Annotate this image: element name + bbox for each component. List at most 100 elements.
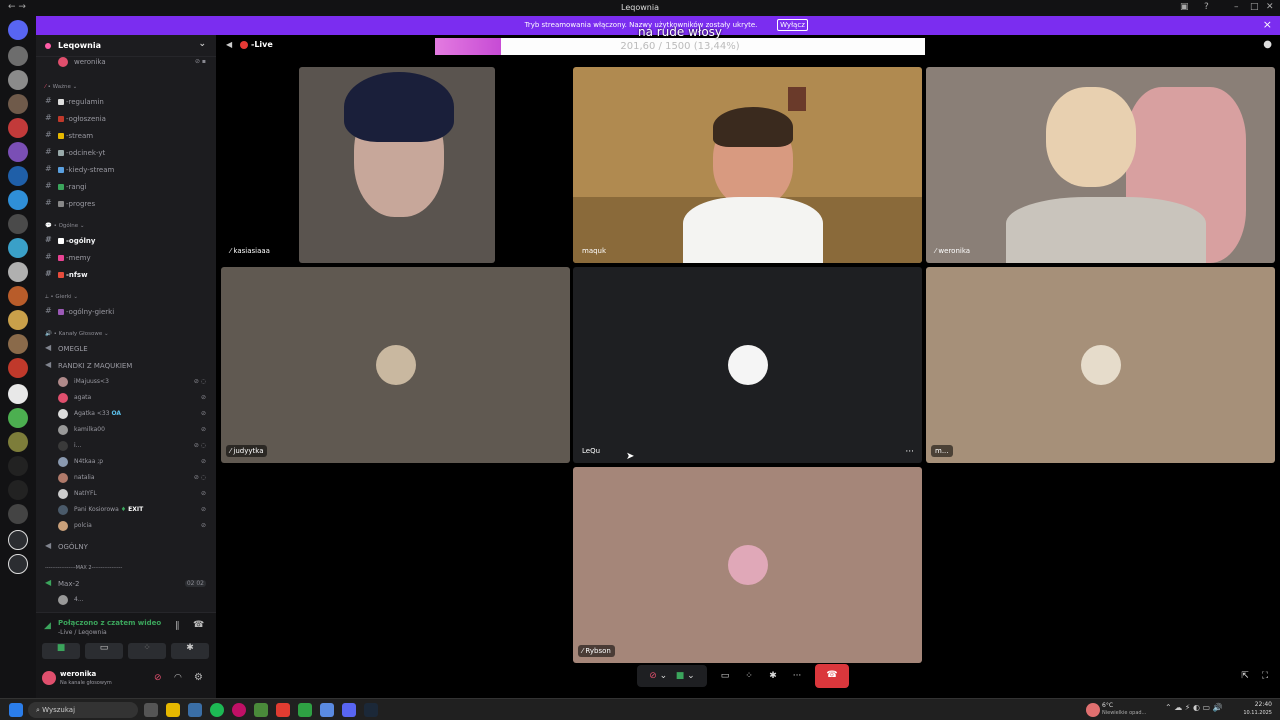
- connection-location[interactable]: -Live / Leqownia: [58, 629, 107, 636]
- soundboard-icon[interactable]: ✱: [764, 665, 782, 687]
- voice-user[interactable]: iMajuuss<3 ⊘ ◌: [36, 375, 216, 389]
- weather-temp[interactable]: 6°C: [1102, 702, 1113, 709]
- voice-user[interactable]: N4tkaa ;p ⊘: [36, 455, 216, 469]
- server-icon[interactable]: [8, 480, 28, 500]
- voice-user[interactable]: 4...: [36, 593, 216, 607]
- voice-channel-omegle[interactable]: ◀ OMEGLE: [36, 342, 216, 356]
- voice-user[interactable]: Pani Kosiorowa ♦ EXIT ⊘: [36, 503, 216, 517]
- mic-muted-icon[interactable]: ⊘: [649, 671, 657, 681]
- category-ogolne[interactable]: 💬 • Ogólne ⌄: [36, 220, 216, 234]
- video-tile-weronika[interactable]: ⁄ weronika: [926, 67, 1275, 263]
- server-icon[interactable]: [8, 214, 28, 234]
- chevron-down-icon[interactable]: ⌄: [198, 39, 206, 49]
- voice-channel-max2[interactable]: ◀ Max-2 02 02: [36, 577, 216, 591]
- minimize-icon[interactable]: –: [1234, 2, 1239, 12]
- video-tile-rybson[interactable]: ⁄ Rybson: [573, 467, 922, 663]
- server-icon[interactable]: [8, 142, 28, 162]
- taskbar-search[interactable]: ⌕ Wyszukaj: [28, 702, 138, 718]
- help-icon[interactable]: ?: [1204, 2, 1209, 12]
- server-icon[interactable]: [8, 384, 28, 404]
- server-icon[interactable]: [8, 94, 28, 114]
- server-icon[interactable]: [8, 310, 28, 330]
- voice-user[interactable]: natalia ⊘ ◌: [36, 471, 216, 485]
- server-icon[interactable]: [8, 358, 28, 378]
- mic-muted-icon[interactable]: ⊘: [154, 673, 162, 683]
- channel-regulamin[interactable]: # -regulamin: [36, 95, 216, 109]
- voice-user[interactable]: NatIYFL ⊘: [36, 487, 216, 501]
- server-icon[interactable]: [8, 190, 28, 210]
- opera-icon[interactable]: [232, 703, 246, 717]
- steam-icon[interactable]: [364, 703, 378, 717]
- discord-icon[interactable]: [342, 703, 356, 717]
- voice-channel-ogolny[interactable]: ◀ OGÓLNY: [36, 540, 216, 554]
- app-icon[interactable]: [298, 703, 312, 717]
- server-icon[interactable]: [8, 118, 28, 138]
- channel-kiedy-stream[interactable]: # -kiedy-stream: [36, 163, 216, 177]
- popout-icon[interactable]: ⇱: [1236, 665, 1254, 687]
- video-tile-lequ[interactable]: LeQu ···: [573, 267, 922, 463]
- voice-user[interactable]: Agatka <33 OA ⊘: [36, 407, 216, 421]
- voice-user-top[interactable]: weronika ⊘ ▪: [36, 55, 216, 69]
- category-wazne[interactable]: ⁄ • Ważne ⌄: [36, 81, 216, 95]
- camera-icon[interactable]: ■: [676, 671, 685, 681]
- server-header[interactable]: Leqownia ⌄: [36, 35, 216, 57]
- category-kanaly-glosowe[interactable]: 🔊 • Kanały Głosowe ⌄: [36, 328, 216, 342]
- channel-rangi[interactable]: # -rangi: [36, 180, 216, 194]
- video-tile-m[interactable]: m...: [926, 267, 1275, 463]
- server-icon[interactable]: [8, 166, 28, 186]
- server-icon[interactable]: [8, 70, 28, 90]
- channel-stream[interactable]: # -stream: [36, 129, 216, 143]
- soundboard-button[interactable]: ✱: [171, 643, 209, 659]
- weather-desc[interactable]: Niewielkie opad...: [1102, 710, 1146, 716]
- headphones-icon[interactable]: ◠: [174, 673, 182, 683]
- server-icon[interactable]: [8, 46, 28, 66]
- spotify-icon[interactable]: [210, 703, 224, 717]
- fullscreen-icon[interactable]: ⛶: [1256, 665, 1274, 687]
- clock-time[interactable]: 22:40: [1244, 701, 1272, 708]
- discover-icon[interactable]: [8, 554, 28, 574]
- server-icon[interactable]: [8, 286, 28, 306]
- more-options-icon[interactable]: ···: [788, 665, 806, 687]
- screen-share-button[interactable]: ▭: [85, 643, 123, 659]
- inbox-icon[interactable]: ▣: [1180, 2, 1189, 12]
- tray-icons[interactable]: ⌃ ☁ ⚡ ◐ ▭ 🔊: [1165, 703, 1223, 712]
- channel-odcinek-yt[interactable]: # -odcinek-yt: [36, 146, 216, 160]
- disconnect-icon[interactable]: ☎: [193, 620, 204, 630]
- channel-ogolny-gierki[interactable]: # -ogólny-gierki: [36, 305, 216, 319]
- task-view-icon[interactable]: [144, 703, 158, 717]
- app-icon[interactable]: [320, 703, 334, 717]
- server-icon[interactable]: [8, 432, 28, 452]
- channel-ogolny[interactable]: # -ogólny: [36, 234, 216, 248]
- video-tile-kasiasiaaa[interactable]: [299, 67, 495, 263]
- server-icon[interactable]: [8, 504, 28, 524]
- server-icon[interactable]: [8, 262, 28, 282]
- app-icon[interactable]: [254, 703, 268, 717]
- channel-progres[interactable]: # -progres: [36, 197, 216, 211]
- camera-button[interactable]: ■: [42, 643, 80, 659]
- video-tile-judyytka[interactable]: ⁄ judyytka: [221, 267, 570, 463]
- voice-user[interactable]: kamilka00 ⊘: [36, 423, 216, 437]
- brave-icon[interactable]: [276, 703, 290, 717]
- hang-up-button[interactable]: ☎: [815, 664, 849, 688]
- voice-user[interactable]: agata ⊘: [36, 391, 216, 405]
- voice-user[interactable]: i... ⊘ ◌: [36, 439, 216, 453]
- server-icon[interactable]: [8, 408, 28, 428]
- chat-icon[interactable]: ●: [1263, 39, 1272, 50]
- video-tile-maquk[interactable]: maquk: [573, 67, 922, 263]
- category-gierki[interactable]: ⟂ • Gierki ⌄: [36, 291, 216, 305]
- channel-ogloszenia[interactable]: # -ogłoszenia: [36, 112, 216, 126]
- channel-memy[interactable]: # -memy: [36, 251, 216, 265]
- activities-button[interactable]: ⁘: [128, 643, 166, 659]
- store-icon[interactable]: [188, 703, 202, 717]
- server-icon[interactable]: [8, 238, 28, 258]
- add-server-icon[interactable]: [8, 530, 28, 550]
- settings-gear-icon[interactable]: ⚙: [194, 672, 203, 683]
- more-options-icon[interactable]: ···: [905, 447, 914, 457]
- clock-date[interactable]: 10.11.2025: [1236, 710, 1272, 716]
- discord-home-icon[interactable]: [8, 20, 28, 40]
- file-explorer-icon[interactable]: [166, 703, 180, 717]
- close-window-icon[interactable]: ✕: [1266, 2, 1274, 12]
- voice-channel-randki[interactable]: ◀ RANDKI Z MAQUKIEM: [36, 359, 216, 373]
- noise-suppression-icon[interactable]: ∥: [175, 621, 180, 631]
- server-icon[interactable]: [8, 456, 28, 476]
